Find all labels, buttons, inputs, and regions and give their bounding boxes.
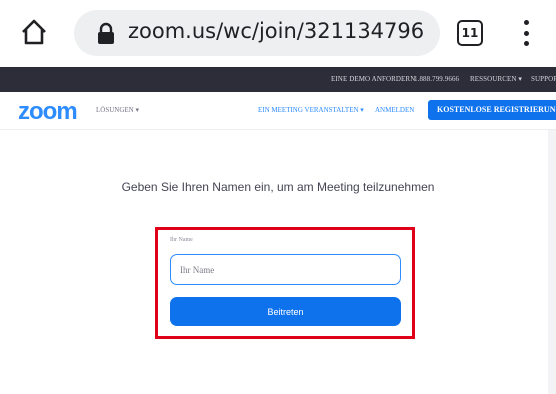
tab-switcher-button[interactable]: 11: [457, 20, 483, 46]
browser-toolbar: zoom.us/wc/join/321134796 11: [0, 0, 556, 67]
support-link[interactable]: SUPPORT: [531, 75, 556, 83]
name-input[interactable]: [170, 254, 401, 285]
join-form: Ihr Name Beitreten: [155, 227, 415, 339]
home-icon[interactable]: [18, 16, 50, 48]
url-text: zoom.us/wc/join/321134796: [128, 19, 425, 43]
name-field-label: Ihr Name: [170, 237, 193, 243]
join-prompt: Geben Sie Ihren Namen ein, um am Meeting…: [121, 180, 435, 194]
page-scrollbar[interactable]: [548, 130, 556, 394]
host-meeting-menu[interactable]: EIN MEETING VERANSTALTEN ▾: [258, 106, 364, 114]
zoom-top-bar: EINE DEMO ANFORDERN 1.888.799.9666 RESSO…: [0, 67, 556, 92]
more-vert-icon[interactable]: [518, 18, 534, 48]
address-bar[interactable]: zoom.us/wc/join/321134796: [74, 10, 440, 56]
join-button[interactable]: Beitreten: [170, 297, 401, 326]
sign-up-button[interactable]: KOSTENLOSE REGISTRIERUNG: [428, 100, 556, 120]
resources-menu[interactable]: RESSOURCEN ▾: [470, 75, 522, 83]
sign-in-link[interactable]: ANMELDEN: [375, 106, 414, 114]
phone-link[interactable]: 1.888.799.9666: [414, 75, 459, 83]
zoom-nav: zoom LÖSUNGEN ▾ EIN MEETING VERANSTALTEN…: [0, 92, 556, 130]
lock-icon: [96, 22, 116, 44]
solutions-menu[interactable]: LÖSUNGEN ▾: [96, 106, 139, 114]
zoom-logo[interactable]: zoom: [18, 98, 78, 126]
request-demo-link[interactable]: EINE DEMO ANFORDERN: [331, 75, 415, 83]
